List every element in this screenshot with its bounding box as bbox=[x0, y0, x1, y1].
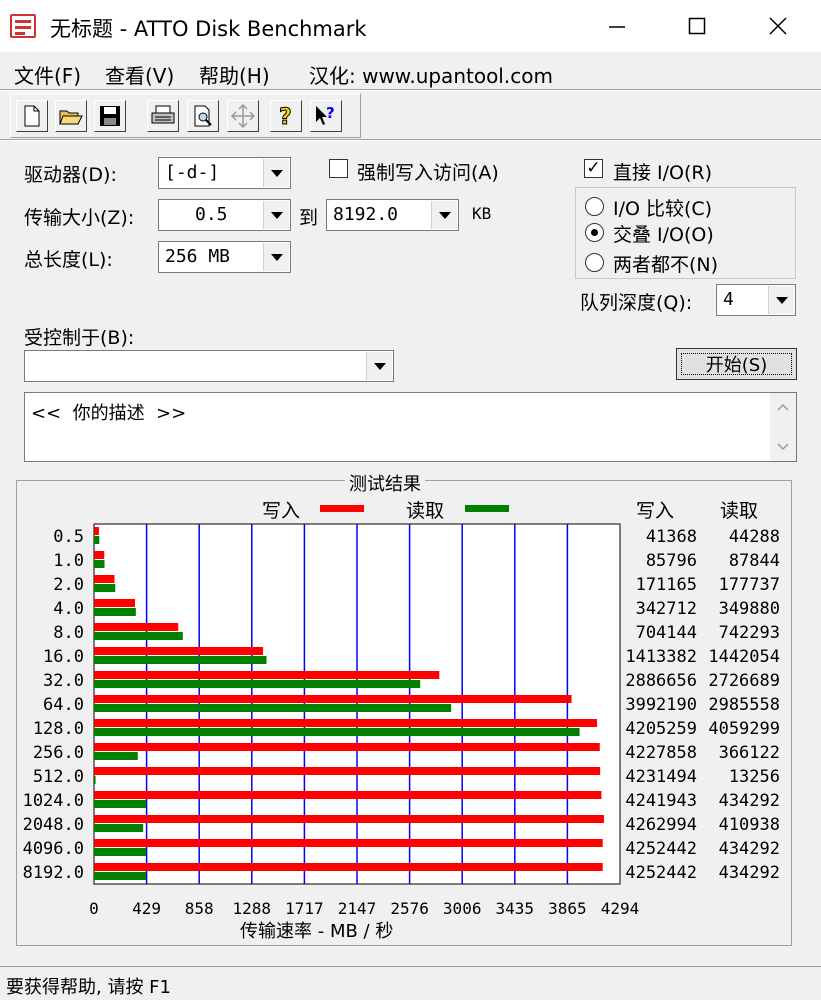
x-axis-label: 传输速率 - MB / 秒 bbox=[240, 921, 394, 942]
read-bar bbox=[94, 800, 146, 808]
read-value: 177737 bbox=[719, 575, 780, 595]
write-value: 4227858 bbox=[625, 743, 697, 763]
y-tick-label: 128.0 bbox=[33, 719, 84, 739]
y-tick-label: 512.0 bbox=[33, 767, 84, 787]
write-value: 2886656 bbox=[625, 671, 697, 691]
y-tick-label: 1024.0 bbox=[23, 791, 84, 811]
y-tick-label: 256.0 bbox=[33, 743, 84, 763]
write-bar bbox=[94, 719, 598, 727]
write-bar bbox=[94, 815, 604, 823]
write-bar bbox=[94, 671, 440, 679]
write-bar bbox=[94, 575, 115, 583]
write-value: 1413382 bbox=[625, 647, 697, 667]
write-bar bbox=[94, 623, 179, 631]
x-tick-label: 0 bbox=[89, 899, 99, 918]
y-tick-label: 4.0 bbox=[53, 599, 84, 619]
write-value: 4231494 bbox=[625, 767, 697, 787]
write-value: 4252442 bbox=[625, 863, 697, 883]
read-bar bbox=[94, 752, 138, 760]
x-tick-label: 2147 bbox=[338, 899, 377, 918]
read-value: 410938 bbox=[719, 815, 780, 835]
read-bar bbox=[94, 632, 183, 640]
write-bar bbox=[94, 839, 603, 847]
y-tick-label: 64.0 bbox=[43, 695, 84, 715]
write-value: 4205259 bbox=[625, 719, 697, 739]
read-value: 2726689 bbox=[708, 671, 780, 691]
read-value: 44288 bbox=[729, 527, 780, 547]
read-bar bbox=[94, 728, 580, 736]
write-bar bbox=[94, 695, 572, 703]
read-bar bbox=[94, 560, 105, 568]
y-tick-label: 8192.0 bbox=[23, 863, 84, 883]
read-value: 434292 bbox=[719, 863, 780, 883]
write-value: 3992190 bbox=[625, 695, 697, 715]
x-tick-label: 3865 bbox=[548, 899, 587, 918]
write-value: 171165 bbox=[636, 575, 697, 595]
write-value: 4252442 bbox=[625, 839, 697, 859]
y-tick-label: 32.0 bbox=[43, 671, 84, 691]
read-bar bbox=[94, 776, 96, 784]
read-bar bbox=[94, 536, 100, 544]
x-tick-label: 429 bbox=[132, 899, 161, 918]
read-bar bbox=[94, 656, 267, 664]
y-tick-label: 2048.0 bbox=[23, 815, 84, 835]
y-tick-label: 1.0 bbox=[53, 551, 84, 571]
x-tick-label: 858 bbox=[185, 899, 214, 918]
write-bar bbox=[94, 743, 600, 751]
write-value: 85796 bbox=[646, 551, 697, 571]
x-tick-label: 1288 bbox=[233, 899, 272, 918]
x-tick-label: 3006 bbox=[443, 899, 482, 918]
write-bar bbox=[94, 527, 99, 535]
read-value: 349880 bbox=[719, 599, 780, 619]
status-text: 要获得帮助, 请按 F1 bbox=[6, 977, 171, 998]
write-value: 4262994 bbox=[625, 815, 697, 835]
y-tick-label: 0.5 bbox=[53, 527, 84, 547]
read-value: 366122 bbox=[719, 743, 780, 763]
status-bar: 要获得帮助, 请按 F1 bbox=[0, 966, 821, 1000]
results-chart: 0 429 858 1288 1717 2147 2576 3006 3435 3865 4294 0… bbox=[23, 523, 780, 918]
read-value: 1442054 bbox=[708, 647, 780, 667]
read-value: 13256 bbox=[729, 767, 780, 787]
x-tick-label: 4294 bbox=[601, 899, 640, 918]
read-value: 87844 bbox=[729, 551, 780, 571]
read-bar bbox=[94, 848, 146, 856]
read-bar bbox=[94, 824, 144, 832]
read-bar bbox=[94, 584, 116, 592]
y-tick-label: 16.0 bbox=[43, 647, 84, 667]
write-bar bbox=[94, 791, 602, 799]
read-value: 742293 bbox=[719, 623, 780, 643]
read-value: 434292 bbox=[719, 839, 780, 859]
write-value: 4241943 bbox=[625, 791, 697, 811]
write-bar bbox=[94, 599, 135, 607]
write-value: 342712 bbox=[636, 599, 697, 619]
write-bar bbox=[94, 647, 264, 655]
read-value: 2985558 bbox=[708, 695, 780, 715]
write-bar bbox=[94, 551, 105, 559]
write-bar bbox=[94, 767, 601, 775]
write-bar bbox=[94, 863, 603, 871]
x-tick-label: 1717 bbox=[285, 899, 324, 918]
y-tick-label: 2.0 bbox=[53, 575, 84, 595]
read-bar bbox=[94, 704, 452, 712]
write-value: 704144 bbox=[636, 623, 697, 643]
write-value: 41368 bbox=[646, 527, 697, 547]
x-tick-label: 3435 bbox=[496, 899, 535, 918]
y-tick-label: 4096.0 bbox=[23, 839, 84, 859]
y-tick-label: 8.0 bbox=[53, 623, 84, 643]
read-bar bbox=[94, 608, 136, 616]
read-value: 4059299 bbox=[708, 719, 780, 739]
read-bar bbox=[94, 872, 146, 880]
read-bar bbox=[94, 680, 421, 688]
read-value: 434292 bbox=[719, 791, 780, 811]
x-tick-label: 2576 bbox=[390, 899, 429, 918]
